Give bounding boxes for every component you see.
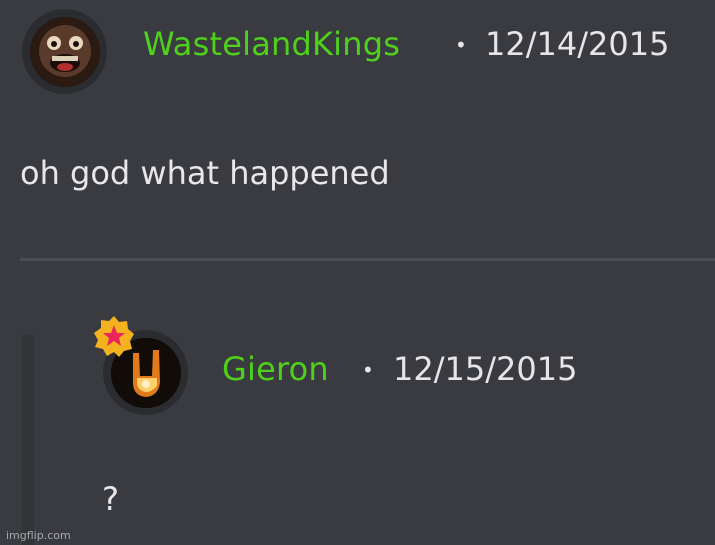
comment-divider — [20, 258, 715, 261]
monster-face-icon — [29, 16, 100, 87]
watermark: imgflip.com — [6, 529, 71, 542]
comment-date: 12/14/2015 — [485, 25, 670, 63]
separator-dot: • — [362, 358, 374, 382]
star-badge-icon — [94, 316, 134, 357]
reply-thread-line — [22, 335, 34, 545]
reply-date: 12/15/2015 — [393, 350, 578, 388]
avatar[interactable] — [22, 9, 107, 94]
comment-author-name[interactable]: WastelandKings — [143, 25, 400, 63]
separator-dot: • — [455, 33, 467, 57]
comment-text: oh god what happened — [20, 154, 390, 192]
reply-text: ? — [102, 480, 119, 518]
reply-author-name[interactable]: Gieron — [222, 350, 329, 388]
